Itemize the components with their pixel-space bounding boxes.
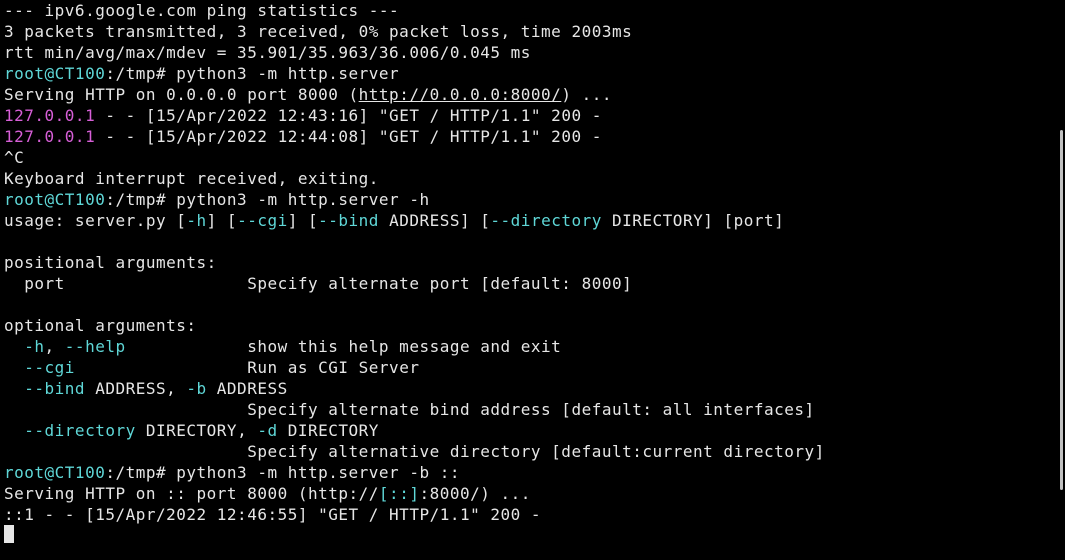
usage-cgi: --cgi [237,211,288,230]
usage-pre: usage: server.py [ [4,211,186,230]
usage-h: -h [186,211,206,230]
serving-line-1: Serving HTTP on 0.0.0.0 port 8000 ( [4,85,359,104]
prompt-path: :/tmp# [105,64,166,83]
prompt-path: :/tmp# [105,190,166,209]
opt-bind-arg: ADDRESS, [85,379,186,398]
serving2-post: :8000/) ... [419,484,530,503]
keyboard-interrupt: Keyboard interrupt received, exiting. [4,169,379,188]
opt-h-long: --help [65,337,126,356]
opt-bind-desc: Specify alternate bind address [default:… [4,400,815,419]
cmd-bind-ipv6: python3 -m http.server -b :: [166,463,460,482]
ping-summary: 3 packets transmitted, 3 received, 0% pa… [4,22,632,41]
access-log-3: ::1 - - [15/Apr/2022 12:46:55] "GET / HT… [4,505,541,524]
opt-dir-arg2: DIRECTORY [278,421,379,440]
access-log-1: - - [15/Apr/2022 12:43:16] "GET / HTTP/1… [95,106,602,125]
cursor [4,525,14,543]
prompt-path: :/tmp# [105,463,166,482]
cmd-http-server: python3 -m http.server [166,64,399,83]
terminal-output[interactable]: --- ipv6.google.com ping statistics --- … [0,0,1065,546]
serving-url: http://0.0.0.0:8000/ [359,85,562,104]
scrollbar-thumb[interactable] [1060,130,1063,490]
cmd-help: python3 -m http.server -h [166,190,429,209]
client-ip: 127.0.0.1 [4,127,95,146]
opt-h-short: -h [24,337,44,356]
ping-header: --- ipv6.google.com ping statistics --- [4,1,399,20]
usage-bind-arg: ADDRESS] [ [379,211,490,230]
opt-cgi: --cgi [24,358,75,377]
opt-dir-arg: DIRECTORY, [136,421,258,440]
usage-bind: --bind [318,211,379,230]
ctrl-c: ^C [4,148,24,167]
prompt-user: root@CT100 [4,64,105,83]
serving2-host: [::] [379,484,420,503]
usage-dir: --directory [490,211,601,230]
client-ip: 127.0.0.1 [4,106,95,125]
opt-cgi-desc: Run as CGI Server [75,358,420,377]
prompt-user: root@CT100 [4,190,105,209]
usage-mid1: ] [ [207,211,237,230]
prompt-user: root@CT100 [4,463,105,482]
opt-h-sep: , [45,337,65,356]
opt-dir-short: -d [257,421,277,440]
usage-mid2: ] [ [288,211,318,230]
opt-h-desc: show this help message and exit [126,337,562,356]
opt-bind-arg2: ADDRESS [207,379,288,398]
opt-bind-short: -b [186,379,206,398]
opt-bind: --bind [24,379,85,398]
optional-args-header: optional arguments: [4,316,197,335]
usage-dir-arg: DIRECTORY] [port] [602,211,784,230]
access-log-2: - - [15/Apr/2022 12:44:08] "GET / HTTP/1… [95,127,602,146]
ping-rtt: rtt min/avg/max/mdev = 35.901/35.963/36.… [4,43,531,62]
opt-dir: --directory [24,421,135,440]
serving-line-1-post: ) ... [561,85,612,104]
positional-port-line: port Specify alternate port [default: 80… [4,274,632,293]
serving2-pre: Serving HTTP on :: port 8000 (http:// [4,484,379,503]
positional-args-header: positional arguments: [4,253,217,272]
opt-dir-desc: Specify alternative directory [default:c… [4,442,825,461]
